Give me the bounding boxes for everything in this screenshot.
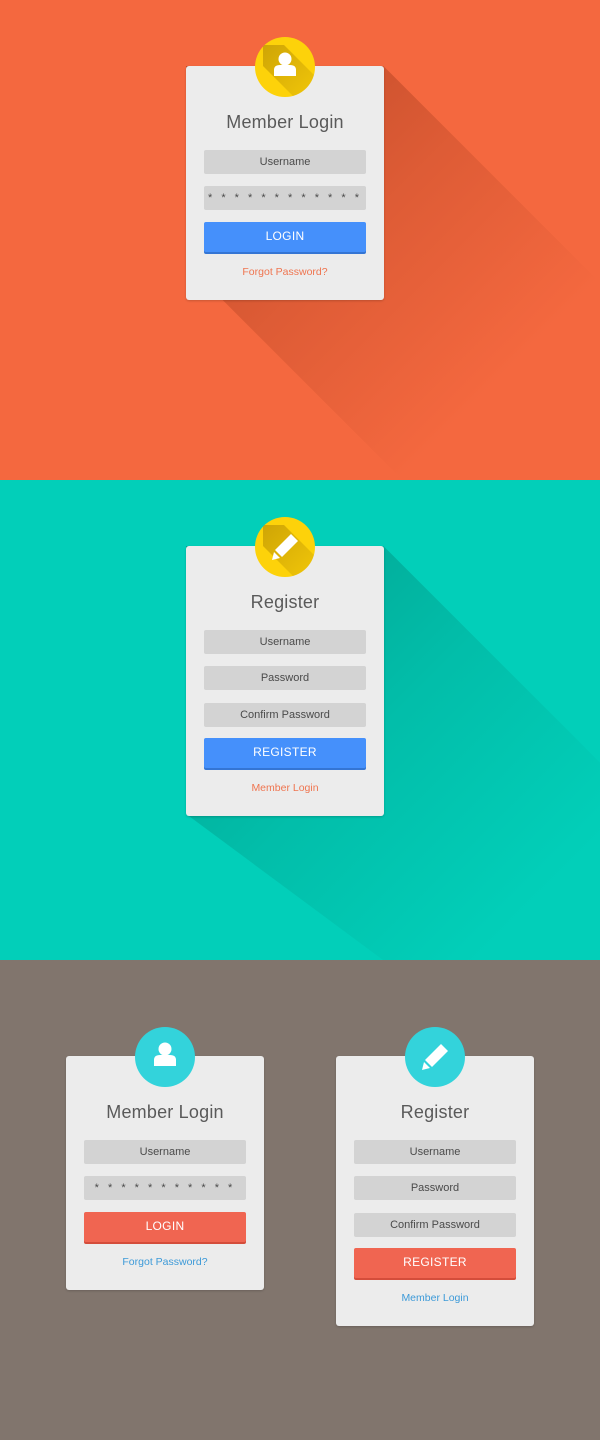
- forgot-password-link[interactable]: Forgot Password?: [186, 266, 384, 278]
- login-button[interactable]: LOGIN: [204, 222, 366, 252]
- confirm-password-input[interactable]: [204, 703, 366, 727]
- card-title: Register: [400, 1102, 470, 1122]
- user-badge: [135, 1027, 195, 1087]
- card-title: Member Login: [106, 1102, 224, 1122]
- password-input[interactable]: [204, 666, 366, 690]
- pencil-badge: [405, 1027, 465, 1087]
- username-input[interactable]: [84, 1140, 246, 1164]
- card-title: Member Login: [226, 112, 344, 132]
- register-card: Register REGISTER Member Login: [186, 546, 384, 816]
- orange-login-section: Member Login * * * * * * * * * * * * LOG…: [0, 0, 600, 480]
- forgot-password-link[interactable]: Forgot Password?: [66, 1256, 264, 1268]
- teal-register-section: Register REGISTER Member Login: [0, 480, 600, 960]
- login-card: Member Login * * * * * * * * * * * * LOG…: [186, 66, 384, 300]
- login-button[interactable]: LOGIN: [84, 1212, 246, 1242]
- password-input[interactable]: * * * * * * * * * * * *: [204, 186, 366, 210]
- register-button[interactable]: REGISTER: [354, 1248, 516, 1278]
- member-login-link[interactable]: Member Login: [336, 1292, 534, 1304]
- pencil-icon: [422, 1044, 448, 1070]
- brown-forms-section: Member Login * * * * * * * * * * * LOGIN…: [0, 960, 600, 1440]
- user-icon: [154, 1042, 176, 1066]
- username-input[interactable]: [354, 1140, 516, 1164]
- user-icon: [274, 52, 296, 76]
- pencil-icon: [272, 534, 298, 560]
- login-card: Member Login * * * * * * * * * * * LOGIN…: [66, 1056, 264, 1290]
- card-title: Register: [250, 592, 320, 612]
- password-input[interactable]: [354, 1176, 516, 1200]
- password-input[interactable]: * * * * * * * * * * *: [84, 1176, 246, 1200]
- member-login-link[interactable]: Member Login: [186, 782, 384, 794]
- pencil-badge: [255, 517, 315, 577]
- register-card: Register REGISTER Member Login: [336, 1056, 534, 1326]
- username-input[interactable]: [204, 150, 366, 174]
- user-badge: [255, 37, 315, 97]
- confirm-password-input[interactable]: [354, 1213, 516, 1237]
- username-input[interactable]: [204, 630, 366, 654]
- register-button[interactable]: REGISTER: [204, 738, 366, 768]
